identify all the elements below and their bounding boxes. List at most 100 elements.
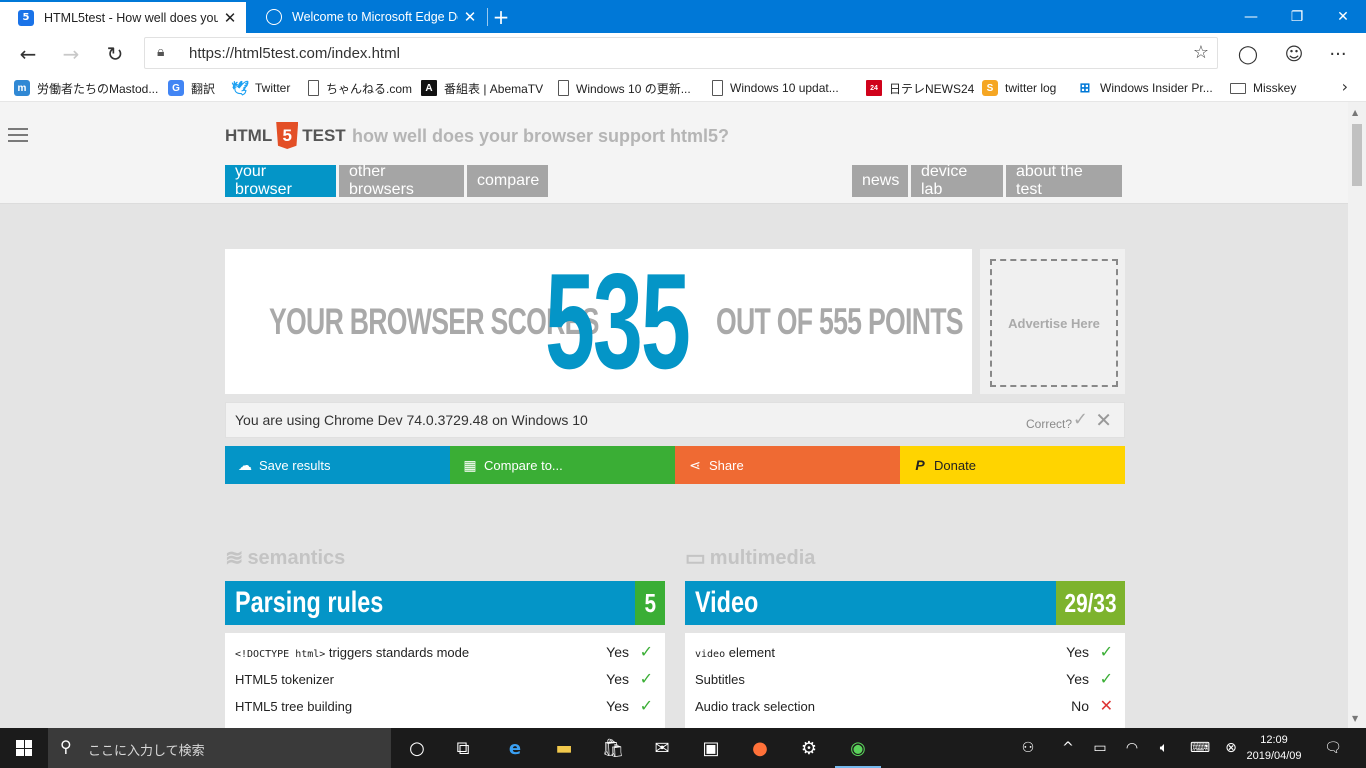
page-viewport: HTML 5 TEST how well does your browser s… xyxy=(0,102,1348,728)
reject-x-icon[interactable]: ✕ xyxy=(1095,408,1112,432)
tab-divider xyxy=(487,8,488,26)
nav-other-browsers[interactable]: other browsers xyxy=(339,163,464,198)
logo-text-right: TEST xyxy=(302,125,346,145)
new-tab-button[interactable]: + xyxy=(490,0,512,33)
site-logo[interactable]: HTML 5 TEST xyxy=(225,122,346,149)
start-button[interactable] xyxy=(0,728,48,768)
section-title-text: multimedia xyxy=(709,546,816,569)
file-explorer-icon[interactable]: ▬ xyxy=(541,728,587,768)
share-button[interactable]: ⋖ Share xyxy=(675,446,900,484)
settings-gear-icon[interactable]: ⚙ xyxy=(786,728,832,768)
feature-label: Subtitles xyxy=(695,672,745,687)
score-panel: YOUR BROWSER SCORES 535 OUT OF 555 POINT… xyxy=(225,249,972,394)
close-tab-icon[interactable]: ✕ xyxy=(458,8,482,26)
mail-icon[interactable]: ✉ xyxy=(639,728,685,768)
s-icon: S xyxy=(982,80,998,96)
tab-edge-welcome[interactable]: Welcome to Microsoft Edge Dev ✕ xyxy=(248,0,486,33)
taskbar-clock[interactable]: 12:09 2019/04/09 xyxy=(1242,732,1306,764)
translate-icon: G xyxy=(168,80,184,96)
bookmark-label: 翻訳 xyxy=(191,81,216,96)
cortana-icon[interactable]: ○ xyxy=(394,728,440,768)
bookmark-item[interactable]: G 翻訳 xyxy=(168,79,215,97)
bookmark-label: Windows 10 の更新... xyxy=(576,81,691,96)
bookmark-item[interactable]: A 番組表 | AbemaTV xyxy=(421,79,543,97)
check-icon: ✓ xyxy=(1099,644,1113,661)
bookmark-item[interactable]: Windows 10 の更新... xyxy=(558,79,691,97)
feature-label: Audio track selection xyxy=(695,699,815,714)
nav-about-the-test[interactable]: about the test xyxy=(1006,163,1122,198)
donate-button[interactable]: P Donate xyxy=(900,446,1125,484)
battery-icon[interactable]: ▭ xyxy=(1088,728,1112,768)
lock-icon[interactable]: 🔒︎ xyxy=(157,44,164,60)
compare-to-button[interactable]: ▦ Compare to... xyxy=(450,446,675,484)
action-bar: ☁ Save results ▦ Compare to... ⋖ Share P… xyxy=(225,446,1125,484)
nav-compare[interactable]: compare xyxy=(467,165,548,197)
nav-news[interactable]: news xyxy=(852,165,908,197)
keyboard-icon[interactable]: ⌨ xyxy=(1186,728,1214,768)
bookmark-item[interactable]: m 労働者たちのMastod... xyxy=(14,79,158,97)
photos-icon[interactable]: ▣ xyxy=(688,728,734,768)
page-scrollbar[interactable]: ▲ ▼ xyxy=(1348,102,1366,728)
bookmark-item[interactable]: Windows 10 updat... xyxy=(712,79,839,97)
action-center-icon[interactable]: 🗨︎ xyxy=(1320,728,1346,768)
advertise-link[interactable]: Advertise Here xyxy=(990,259,1118,387)
action-label: Save results xyxy=(259,457,331,473)
list-item: HTML5 tree building Yes ✓ xyxy=(225,693,665,719)
ime-off-icon[interactable]: ⊗ xyxy=(1220,728,1242,768)
restore-button[interactable]: ❐ xyxy=(1274,0,1320,33)
volume-icon[interactable]: 🔈︎ xyxy=(1152,728,1176,768)
nav-device-lab[interactable]: device lab xyxy=(911,163,1003,198)
people-icon[interactable]: ⚇ xyxy=(1014,728,1042,768)
back-button[interactable]: ← xyxy=(11,37,45,71)
clock-time: 12:09 xyxy=(1260,734,1288,746)
scrollbar-thumb[interactable] xyxy=(1352,124,1362,186)
minimize-button[interactable]: — xyxy=(1228,0,1274,33)
page-icon xyxy=(712,80,723,96)
html5-shield-icon: 5 xyxy=(276,122,299,149)
edge-icon[interactable]: e xyxy=(492,728,538,768)
score-suffix: OUT OF 555 POINTS xyxy=(716,301,964,342)
chrome-dev-icon[interactable]: ◉ xyxy=(835,728,881,768)
more-menu-icon[interactable]: ··· xyxy=(1321,37,1355,71)
bookmark-label: 番組表 | AbemaTV xyxy=(444,81,544,96)
list-item: <!DOCTYPE html> triggers standards mode … xyxy=(225,639,665,665)
feature-result: Yes xyxy=(606,671,629,687)
grid-icon: ▦ xyxy=(463,456,477,473)
forward-button[interactable]: → xyxy=(54,37,88,71)
emoji-feedback-icon[interactable]: ☺ xyxy=(1277,37,1311,71)
category-results-list: <!DOCTYPE html> triggers standards mode … xyxy=(225,633,665,728)
bookmark-item[interactable]: Misskey xyxy=(1230,79,1296,97)
bookmark-item[interactable]: 🕊︎ Twitter xyxy=(231,79,290,97)
close-window-button[interactable]: ✕ xyxy=(1320,0,1366,33)
scroll-down-arrow-icon[interactable]: ▼ xyxy=(1352,714,1358,723)
address-bar[interactable]: 🔒︎ https://html5test.com/index.html ☆ xyxy=(144,37,1218,69)
bookmark-label: 労働者たちのMastod... xyxy=(37,81,159,96)
tab-html5test[interactable]: 5 HTML5test - How well does your browser… xyxy=(0,0,246,33)
scroll-up-arrow-icon[interactable]: ▲ xyxy=(1352,108,1358,117)
profile-icon[interactable]: ◯ xyxy=(1231,37,1265,71)
category-name: Video xyxy=(695,586,759,619)
close-tab-icon[interactable]: ✕ xyxy=(218,9,242,27)
wifi-icon[interactable]: ◠ xyxy=(1120,728,1144,768)
firefox-icon[interactable]: ● xyxy=(737,728,783,768)
bookmark-item[interactable]: S twitter log xyxy=(982,79,1056,97)
bookmark-label: Windows Insider Pr... xyxy=(1100,81,1213,95)
url-text[interactable]: https://html5test.com/index.html xyxy=(189,45,400,62)
reload-button[interactable]: ↻ xyxy=(98,37,132,71)
taskbar-search-box[interactable]: ⚲ ここに入力して検索 xyxy=(48,728,391,768)
star-icon[interactable]: ☆ xyxy=(1193,42,1209,63)
category-header-parsing-rules[interactable]: Parsing rules 5 xyxy=(225,581,665,625)
category-header-video[interactable]: Video 29/33 xyxy=(685,581,1125,625)
bookmarks-overflow-icon[interactable]: › xyxy=(1342,77,1348,96)
show-hidden-icons-icon[interactable]: ^ xyxy=(1056,728,1080,768)
bookmark-item[interactable]: 24 日テレNEWS24 xyxy=(866,79,974,97)
save-results-button[interactable]: ☁ Save results xyxy=(225,446,450,484)
share-icon: ⋖ xyxy=(689,456,701,473)
task-view-icon[interactable]: ⧉ xyxy=(440,728,486,768)
bookmark-item[interactable]: ⊞ Windows Insider Pr... xyxy=(1077,79,1213,97)
nav-your-browser[interactable]: your browser xyxy=(225,163,336,198)
confirm-check-icon[interactable]: ✓ xyxy=(1073,409,1088,430)
hamburger-menu-icon[interactable] xyxy=(8,128,28,146)
store-icon[interactable]: 🛍︎ xyxy=(590,728,636,768)
bookmark-item[interactable]: ちゃんねる.com xyxy=(308,79,412,97)
